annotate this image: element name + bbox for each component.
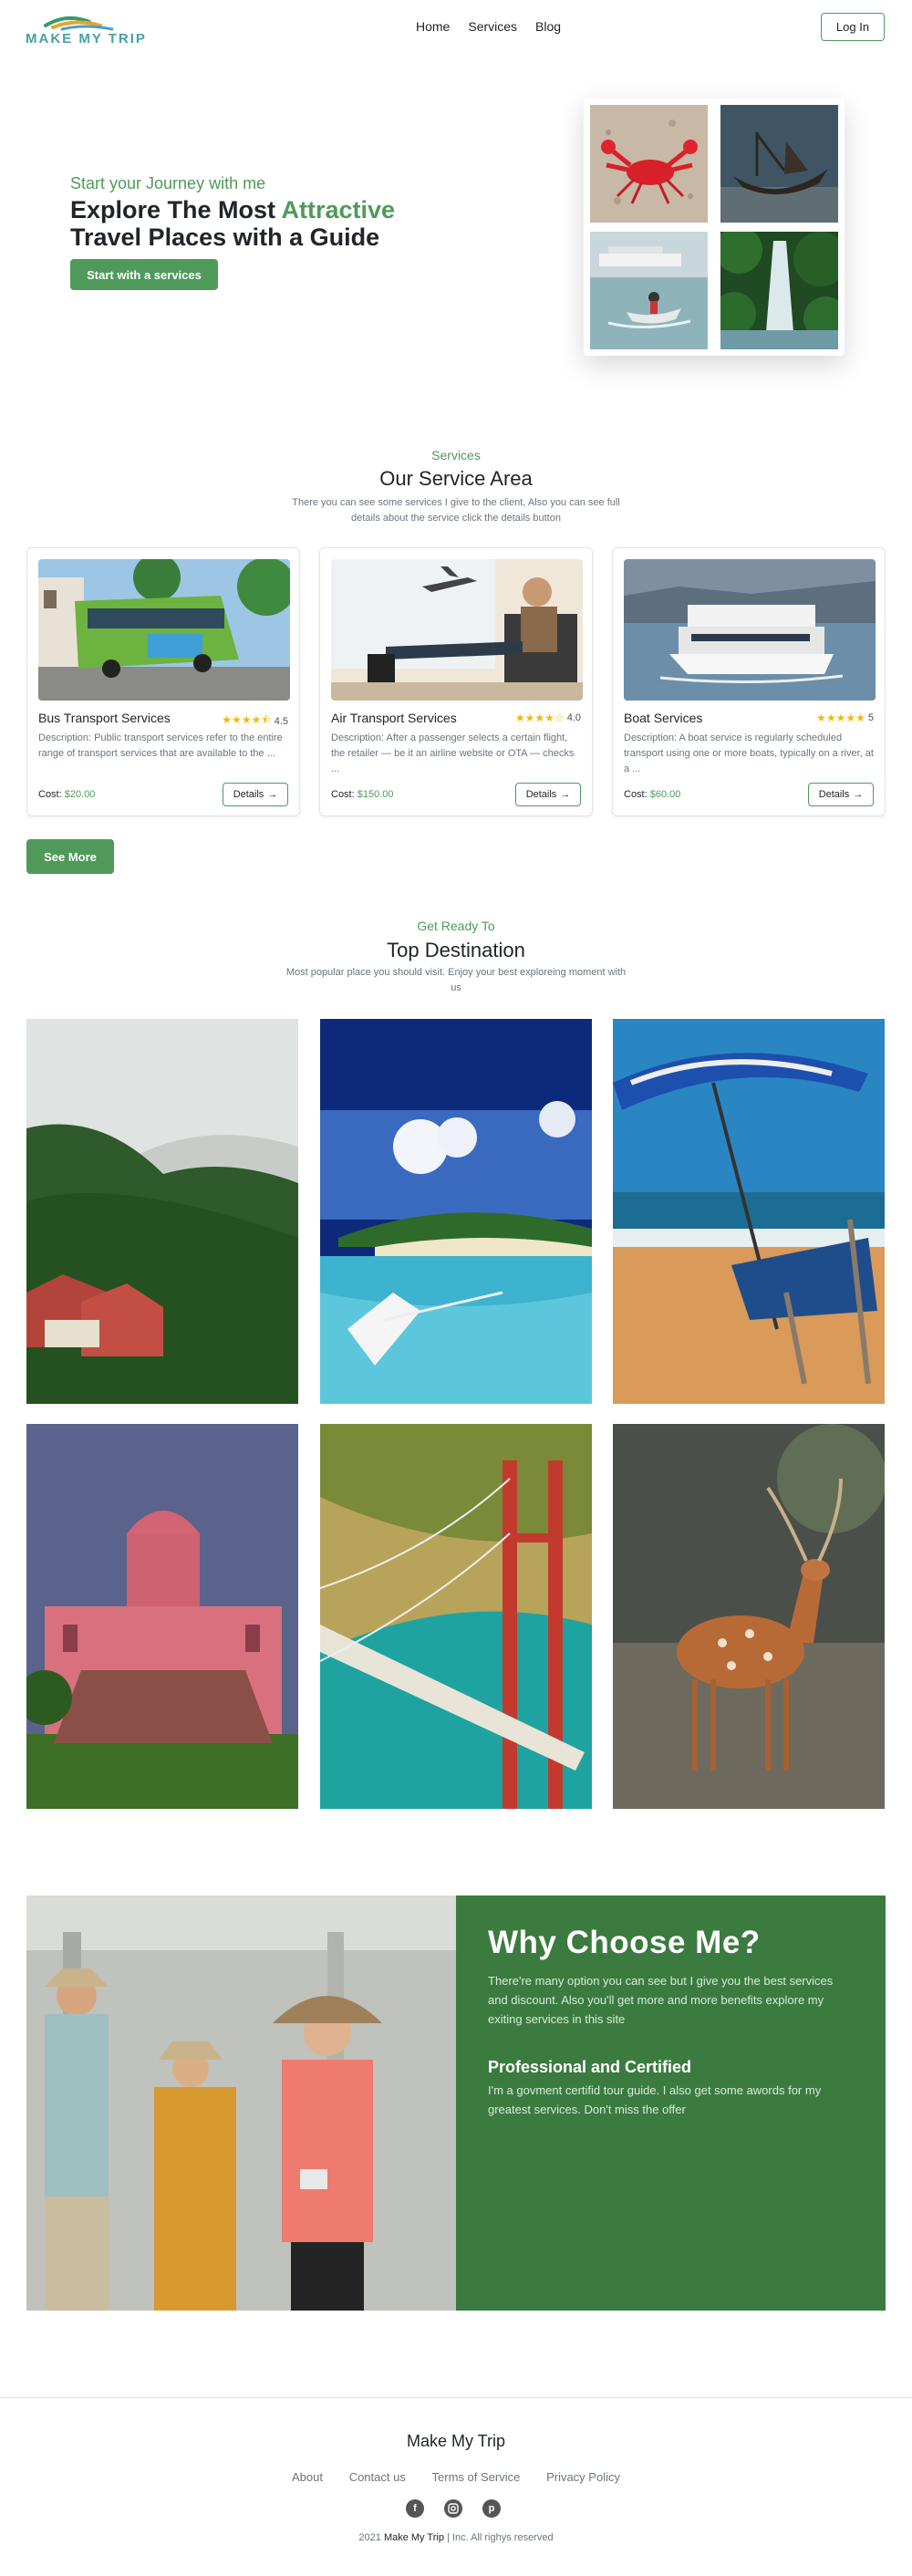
destinations-kicker: Get Ready To [417,919,495,933]
hero-image-boat [720,105,838,223]
destination-image-bridge[interactable] [320,1424,592,1809]
service-rating-value: 4.5 [274,715,288,727]
why-image-tourists [26,1896,456,2311]
login-button[interactable]: Log In [821,13,885,41]
copyright-year: 2021 [358,2532,381,2543]
footer-link-terms[interactable]: Terms of Service [432,2470,521,2484]
footer-social: f p [406,2499,501,2518]
service-description: Description: A boat service is regularly… [624,732,874,774]
service-cost: Cost: $20.00 [38,789,95,800]
details-button[interactable]: Details → [223,783,288,806]
destination-image-palace[interactable] [26,1424,298,1809]
destination-image-deer[interactable] [613,1424,885,1809]
arrow-right-icon: → [853,789,864,800]
destination-image-island[interactable] [320,1019,592,1404]
service-cost-label: Cost: [624,789,648,800]
pinterest-icon[interactable]: p [482,2499,501,2518]
footer-link-privacy[interactable]: Privacy Policy [546,2470,620,2484]
footer-link-contact[interactable]: Contact us [349,2470,406,2484]
main-nav: Home Services Blog [416,19,561,34]
start-services-button[interactable]: Start with a services [70,259,218,290]
details-button-label: Details [525,789,557,800]
nav-link-blog[interactable]: Blog [535,19,561,34]
footer-copyright: 2021 Make My Trip | Inc. All righys rese… [0,2532,912,2543]
star-rating-icon: ★★★★☆ [514,712,565,724]
service-rating: ★★★★☆ 4.0 [515,712,581,724]
service-image-air [331,559,583,701]
service-description: Description: After a passenger selects a… [331,732,575,774]
nav-link-home[interactable]: Home [416,19,450,34]
service-title: Bus Transport Services [38,711,171,725]
details-button-label: Details [818,789,850,800]
service-card-bus: Bus Transport Services ★★★★⯪ 4.5 Descrip… [26,547,300,816]
copyright-rest: | Inc. All righys reserved [447,2532,554,2543]
service-card-boat: Boat Services ★★★★★ 5 Description: A boa… [612,547,886,816]
service-rating-value: 5 [867,712,874,723]
service-image-boat [624,559,876,701]
service-title: Air Transport Services [331,711,457,725]
service-price: $150.00 [357,789,394,800]
details-button[interactable]: Details → [515,783,581,806]
hero-title-part2: Travel Places with a Guide [70,223,380,251]
service-image-bus [38,559,290,701]
destinations-title: Top Destination [387,939,525,961]
why-description: There're many option you can see but I g… [488,1974,834,2026]
service-price: $20.00 [64,789,96,800]
service-description: Description: Public transport services r… [38,732,283,759]
service-cost-label: Cost: [331,789,355,800]
hero-subtitle: Start your Journey with me [70,174,266,192]
service-cost: Cost: $60.00 [624,789,680,800]
destination-image-hills[interactable] [26,1019,298,1404]
hero-image-crab [590,105,708,223]
star-rating-icon: ★★★★⯪ [222,713,272,726]
hero-title: Explore The Most Attractive Travel Place… [70,196,435,251]
footer-links: About Contact us Terms of Service Privac… [292,2470,620,2484]
copyright-brand: Make My Trip [383,2532,444,2543]
service-cost-label: Cost: [38,789,62,800]
why-sub-description: I'm a govment certifid tour guide. I als… [488,2083,822,2116]
facebook-icon[interactable]: f [406,2499,424,2518]
service-rating: ★★★★⯪ 4.5 [222,712,288,731]
instagram-icon[interactable] [444,2499,462,2518]
hero-image-grid [584,99,845,356]
destination-image-beach[interactable] [613,1019,885,1404]
footer-divider [0,2397,912,2398]
logo-text: MAKE MY TRIP [26,31,147,47]
footer-link-about[interactable]: About [292,2470,323,2484]
service-cost: Cost: $150.00 [331,789,394,800]
services-title: Our Service Area [379,467,533,490]
hero-title-part1: Explore The Most [70,196,282,223]
service-card-air: Air Transport Services ★★★★☆ 4.0 Descrip… [319,547,593,816]
details-button[interactable]: Details → [808,783,874,806]
star-rating-icon: ★★★★★ [816,712,865,724]
why-title: Why Choose Me? [488,1925,761,1960]
details-button-label: Details [233,789,264,800]
footer-title: Make My Trip [406,2432,506,2450]
services-description: There you can see some services I give t… [292,497,620,524]
arrow-right-icon: → [267,789,278,800]
service-rating: ★★★★★ 5 [816,712,874,724]
destinations-description: Most popular place you should visit. Enj… [285,967,627,993]
why-subtitle: Professional and Certified [488,2058,692,2076]
service-rating-value: 4.0 [566,712,581,723]
why-panel: Why Choose Me? There're many option you … [456,1896,886,2311]
service-title: Boat Services [624,711,703,725]
hero-image-jetski [590,232,708,349]
nav-link-services[interactable]: Services [468,19,517,34]
see-more-button[interactable]: See More [26,839,114,874]
arrow-right-icon: → [560,789,571,800]
service-price: $60.00 [649,789,681,800]
services-kicker: Services [431,448,481,462]
hero-title-accent: Attractive [281,196,396,223]
hero-image-waterfall [720,232,838,349]
